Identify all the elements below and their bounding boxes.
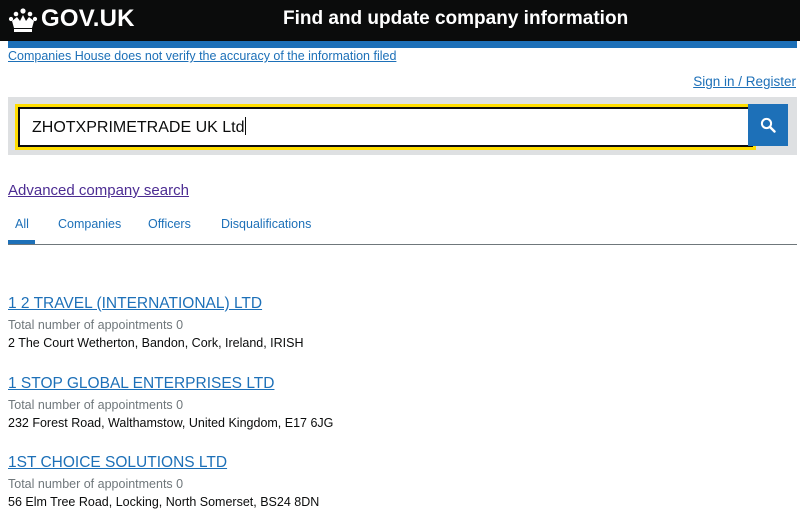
service-name-link[interactable]: Find and update company information bbox=[283, 8, 628, 30]
active-tab-indicator bbox=[8, 240, 35, 244]
result-tabs: All Companies Officers Disqualifications bbox=[8, 206, 797, 245]
sign-in-register-link[interactable]: Sign in / Register bbox=[693, 74, 796, 89]
tab-companies[interactable]: Companies bbox=[58, 217, 121, 231]
search-input[interactable]: ZHOTXPRIMETRADE UK Ltd bbox=[15, 104, 756, 150]
disclaimer-link[interactable]: Companies House does not verify the accu… bbox=[8, 49, 396, 63]
govuk-logo-link[interactable]: GOV.UK bbox=[8, 5, 135, 33]
text-caret bbox=[245, 117, 247, 135]
search-button[interactable] bbox=[748, 104, 788, 146]
tab-disqualifications[interactable]: Disqualifications bbox=[221, 217, 311, 231]
search-icon bbox=[760, 117, 776, 133]
result-address: 232 Forest Road, Walthamstow, United Kin… bbox=[8, 416, 334, 430]
search-panel: ZHOTXPRIMETRADE UK Ltd bbox=[8, 97, 797, 155]
result-title-link[interactable]: 1 STOP GLOBAL ENTERPRISES LTD bbox=[8, 375, 333, 393]
result-appointments: Total number of appointments 0 bbox=[8, 318, 184, 332]
result-appointments: Total number of appointments 0 bbox=[8, 398, 184, 412]
result-title-link[interactable]: 1 2 TRAVEL (INTERNATIONAL) LTD bbox=[8, 295, 304, 313]
list-item: 1 STOP GLOBAL ENTERPRISES LTD Total numb… bbox=[8, 375, 333, 430]
logo-text: GOV.UK bbox=[41, 5, 135, 32]
advanced-company-search-link[interactable]: Advanced company search bbox=[8, 182, 189, 199]
list-item: 1 2 TRAVEL (INTERNATIONAL) LTD Total num… bbox=[8, 295, 304, 350]
result-address: 56 Elm Tree Road, Locking, North Somerse… bbox=[8, 495, 320, 509]
search-input-value: ZHOTXPRIMETRADE UK Ltd bbox=[32, 117, 247, 136]
result-appointments: Total number of appointments 0 bbox=[8, 477, 184, 491]
list-item: 1ST CHOICE SOLUTIONS LTD Total number of… bbox=[8, 454, 319, 509]
result-title-link[interactable]: 1ST CHOICE SOLUTIONS LTD bbox=[8, 454, 319, 472]
header-blue-bar bbox=[8, 41, 797, 48]
tab-all[interactable]: All bbox=[15, 217, 29, 231]
site-header: GOV.UK Find and update company informati… bbox=[0, 0, 800, 41]
tab-officers[interactable]: Officers bbox=[148, 217, 191, 231]
result-address: 2 The Court Wetherton, Bandon, Cork, Ire… bbox=[8, 336, 304, 350]
crown-icon bbox=[8, 7, 38, 32]
